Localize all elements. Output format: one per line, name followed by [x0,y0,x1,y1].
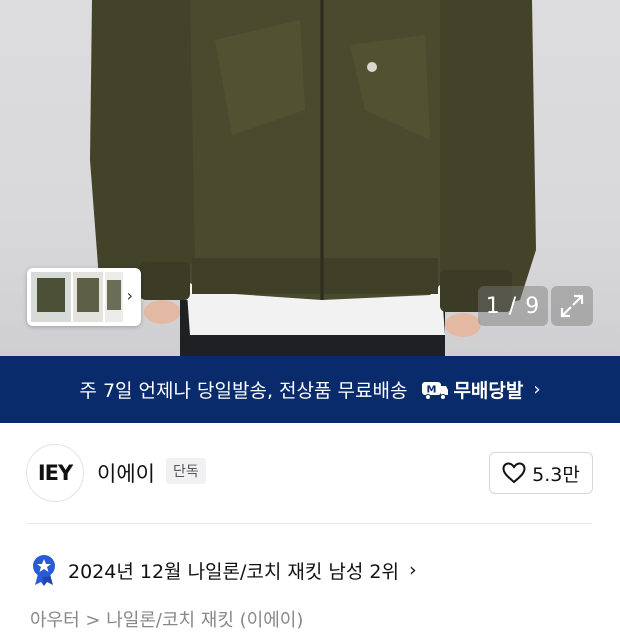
chevron-right-icon: › [533,379,541,400]
exclusive-tag: 단독 [166,458,206,484]
delivery-truck-icon: M [422,381,449,400]
brand-logo-text: IEY [37,461,73,485]
ranking-text: 2024년 12월 나일론/코치 재킷 남성 2위 [68,560,399,583]
badge-label: 무배당발 [453,380,524,402]
svg-text:M: M [427,384,437,395]
expand-icon [560,294,584,318]
brand-logo[interactable]: IEY [26,444,84,502]
product-image[interactable]: › 1 / 9 [0,0,620,356]
like-count: 5.3만 [532,463,580,486]
brand-row: IEY 이에이 단독 5.3만 [0,438,620,508]
thumbnail-images [31,272,123,322]
divider [26,523,592,524]
breadcrumb[interactable]: 아우터 > 나일론/코치 재킷 (이에이) [30,606,303,632]
like-button[interactable]: 5.3만 [489,452,593,494]
image-counter: 1 / 9 [478,286,548,326]
chevron-right-icon: › [408,559,417,581]
free-delivery-badge: M 무배당발 [421,376,523,403]
delivery-banner[interactable]: 주 7일 언제나 당일발송, 전상품 무료배송 M 무배당발 › [0,356,620,423]
brand-name[interactable]: 이에이 [97,458,155,488]
banner-text: 주 7일 언제나 당일발송, 전상품 무료배송 [79,380,408,402]
thumbnail-strip[interactable]: › [27,268,141,326]
ranking-medal-icon [33,555,55,586]
ranking-link[interactable]: 2024년 12월 나일론/코치 재킷 남성 2위 › [30,552,417,588]
heart-icon [502,462,526,484]
expand-button[interactable] [551,286,593,326]
chevron-right-icon[interactable]: › [127,286,133,305]
